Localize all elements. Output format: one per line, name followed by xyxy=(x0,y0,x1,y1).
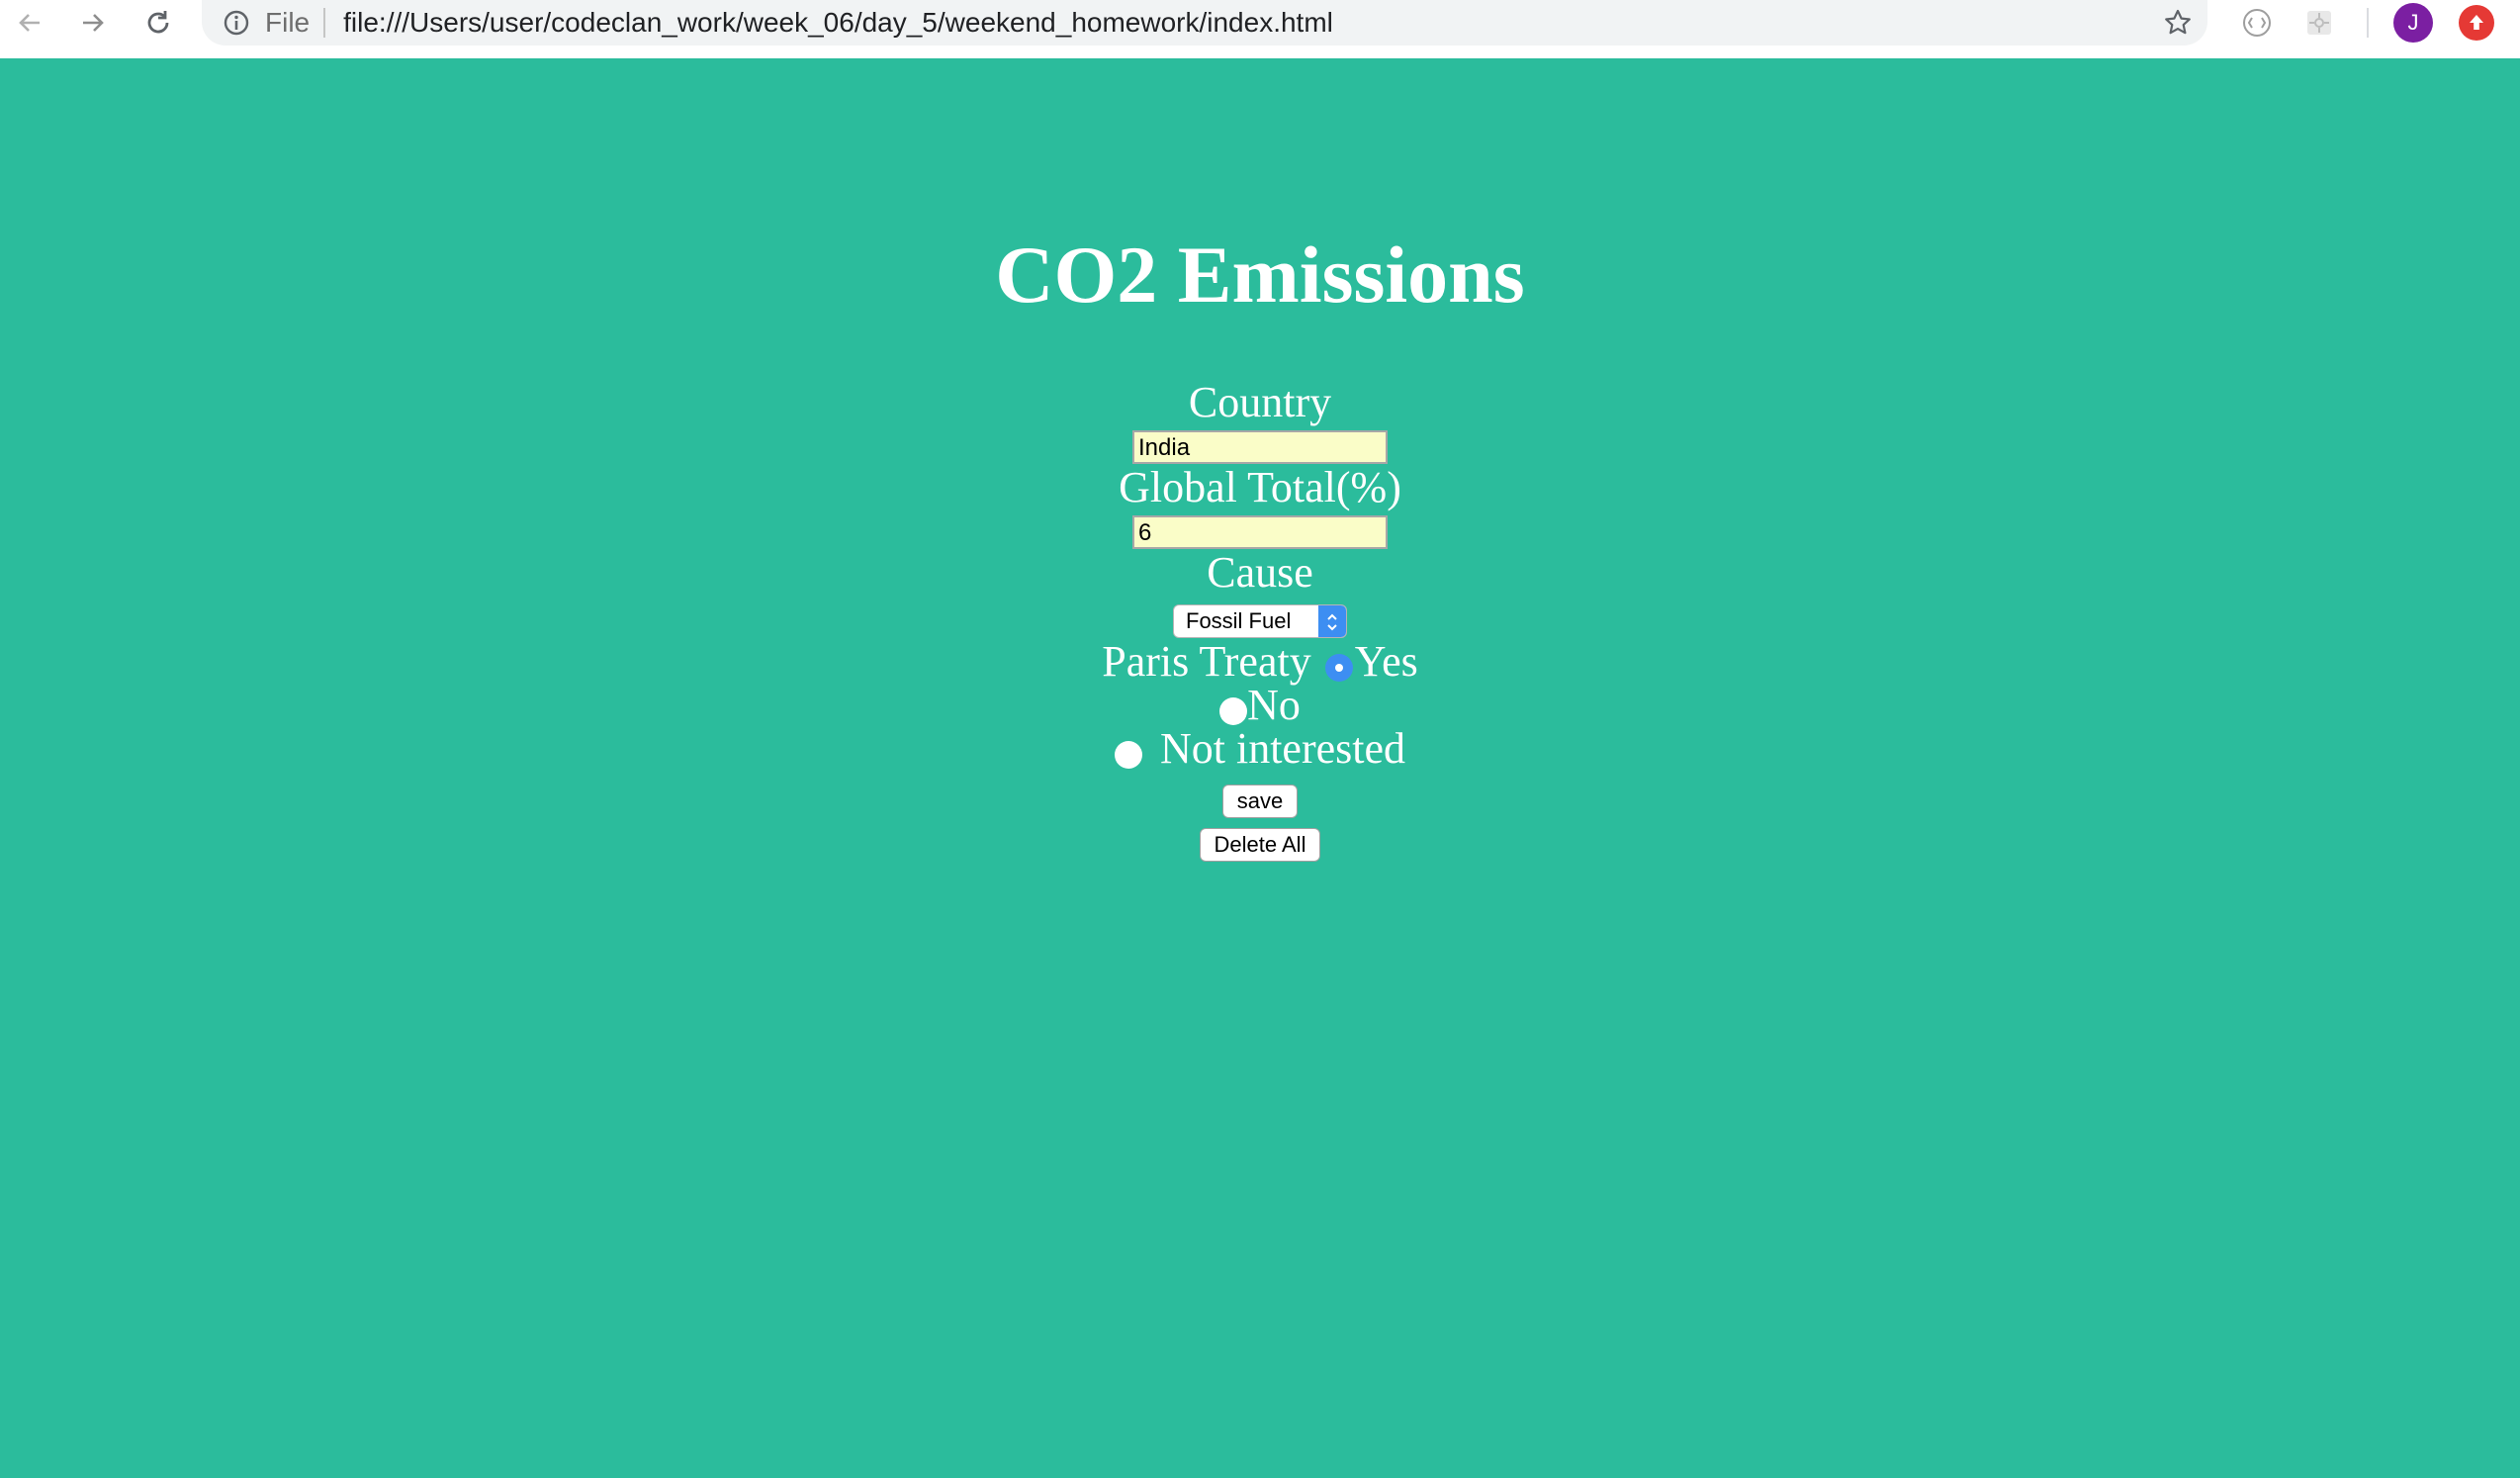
paris-treaty-row: Paris Treaty Yes xyxy=(1102,640,1418,684)
omnibox-divider xyxy=(323,8,326,38)
info-icon[interactable] xyxy=(222,8,251,38)
chevron-updown-icon xyxy=(1318,605,1346,637)
scheme-label: File xyxy=(265,7,311,38)
paris-yes-radio[interactable] xyxy=(1324,654,1353,682)
star-icon[interactable] xyxy=(2162,7,2194,39)
save-button[interactable]: save xyxy=(1221,785,1299,818)
paris-no-row: No xyxy=(1219,684,1301,727)
url-text[interactable]: file:///Users/user/codeclan_work/week_06… xyxy=(343,7,1333,39)
extension-icon[interactable] xyxy=(2300,4,2338,42)
page-title: CO2 Emissions xyxy=(995,230,1525,320)
forward-arrow-icon[interactable] xyxy=(71,0,115,46)
paris-no-label: No xyxy=(1247,681,1301,729)
cause-selected-value: Fossil Fuel xyxy=(1186,608,1292,633)
browser-toolbar: File file:///Users/user/codeclan_work/we… xyxy=(0,0,2520,58)
country-input[interactable]: India xyxy=(1132,430,1388,464)
global-total-input[interactable]: 6 xyxy=(1132,515,1388,549)
paris-not-interested-row: Not interested xyxy=(1114,724,1406,773)
country-label: Country xyxy=(1188,378,1332,426)
paris-not-interested-radio[interactable] xyxy=(1114,741,1142,769)
back-arrow-icon[interactable] xyxy=(8,0,51,46)
delete-all-button[interactable]: Delete All xyxy=(1199,828,1321,862)
paris-no-radio[interactable] xyxy=(1219,697,1248,725)
toolbar-divider xyxy=(2367,8,2369,38)
extension-icon[interactable] xyxy=(2238,4,2276,42)
cause-label: Cause xyxy=(1207,548,1313,597)
global-total-label: Global Total(%) xyxy=(1119,463,1401,511)
page-content: CO2 Emissions Country India Global Total… xyxy=(0,58,2520,1478)
reload-icon[interactable] xyxy=(136,0,180,46)
paris-treaty-label: Paris Treaty xyxy=(1102,637,1311,686)
paris-yes-label: Yes xyxy=(1354,637,1418,686)
emission-form: Country India Global Total(%) 6 Cause Fo… xyxy=(0,377,2520,862)
cause-select[interactable]: Fossil Fuel xyxy=(1173,604,1347,638)
address-bar[interactable]: File file:///Users/user/codeclan_work/we… xyxy=(202,0,2207,46)
paris-not-interested-label: Not interested xyxy=(1159,724,1406,773)
profile-avatar[interactable]: J xyxy=(2393,3,2433,43)
update-icon[interactable] xyxy=(2459,5,2494,41)
